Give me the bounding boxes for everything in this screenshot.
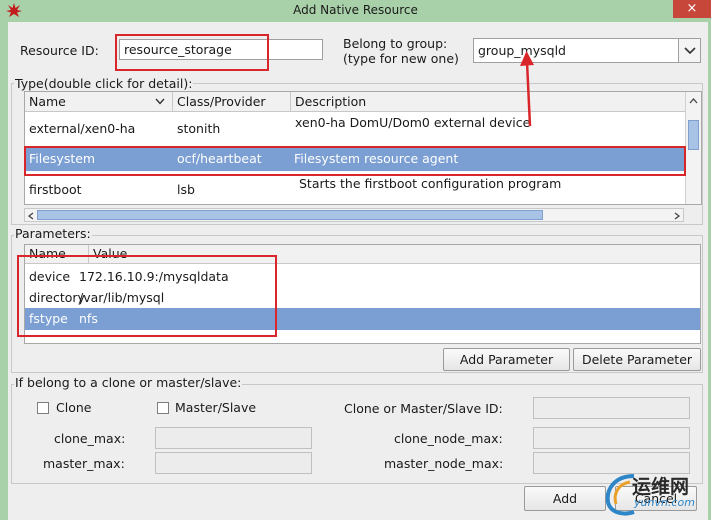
table-row[interactable]: external/xen0-ha stonith xen0-ha DomU/Do… bbox=[25, 113, 685, 145]
clone-node-max-label: clone_node_max: bbox=[394, 431, 503, 446]
clone-checkbox[interactable] bbox=[37, 402, 49, 414]
row-name: external/xen0-ha bbox=[29, 121, 136, 136]
combobox-dropdown-button[interactable] bbox=[678, 39, 700, 62]
table-row[interactable]: firstboot lsb Starts the firstboot confi… bbox=[25, 174, 685, 204]
annotation-box-resource-id bbox=[115, 34, 269, 71]
row-provider: stonith bbox=[177, 121, 221, 136]
dialog-body: Resource ID: resource_storage Belong to … bbox=[8, 22, 708, 520]
master-slave-checkbox-label: Master/Slave bbox=[175, 400, 257, 415]
clone-node-max-input[interactable] bbox=[533, 427, 690, 449]
horizontal-scrollbar[interactable] bbox=[24, 208, 684, 222]
row-description: xen0-ha DomU/Dom0 external device bbox=[295, 115, 531, 130]
row-name: firstboot bbox=[29, 182, 82, 197]
master-node-max-label: master_node_max: bbox=[384, 456, 504, 471]
resource-type-table-header: Name Class/Provider Description bbox=[25, 92, 701, 112]
row-description: Starts the firstboot configuration progr… bbox=[299, 176, 562, 191]
close-icon: × bbox=[686, 1, 698, 16]
watermark-chinese-text: 运维网 bbox=[632, 476, 690, 498]
add-button[interactable]: Add bbox=[524, 486, 606, 511]
app-icon bbox=[6, 3, 22, 17]
clone-id-input[interactable] bbox=[533, 397, 690, 419]
group-hint-label: (type for new one) bbox=[343, 51, 459, 66]
clone-checkbox-label: Clone bbox=[56, 400, 92, 415]
row-provider: lsb bbox=[177, 182, 195, 197]
vertical-scrollbar[interactable] bbox=[685, 92, 701, 204]
scroll-thumb[interactable] bbox=[37, 210, 543, 220]
clone-section-title: If belong to a clone or master/slave: bbox=[14, 375, 243, 390]
window-title: Add Native Resource bbox=[293, 3, 418, 17]
sort-chevron-icon bbox=[155, 98, 165, 105]
watermark-site-text: yunvn.com bbox=[634, 496, 695, 509]
add-parameter-button[interactable]: Add Parameter bbox=[443, 348, 570, 371]
scroll-up-icon bbox=[689, 98, 698, 104]
master-slave-checkbox[interactable] bbox=[157, 402, 169, 414]
resource-id-label: Resource ID: bbox=[20, 43, 99, 58]
row-spacer bbox=[25, 204, 173, 205]
clone-max-label: clone_max: bbox=[54, 431, 126, 446]
type-section-title: Type(double click for detail): bbox=[14, 76, 194, 91]
chevron-down-icon bbox=[684, 47, 696, 55]
scroll-left-icon bbox=[28, 212, 34, 220]
parameters-section-title: Parameters: bbox=[14, 226, 92, 241]
scroll-right-icon bbox=[674, 212, 680, 220]
annotation-box-parameters bbox=[17, 255, 277, 337]
delete-parameter-button[interactable]: Delete Parameter bbox=[573, 348, 701, 371]
scroll-thumb[interactable] bbox=[688, 120, 699, 150]
master-max-label: master_max: bbox=[43, 456, 125, 471]
clone-id-label: Clone or Master/Slave ID: bbox=[344, 401, 503, 416]
master-max-input[interactable] bbox=[155, 452, 312, 474]
close-button[interactable]: × bbox=[673, 0, 711, 18]
column-header-description[interactable]: Description bbox=[291, 92, 701, 112]
column-header-name[interactable]: Name bbox=[25, 92, 173, 112]
annotation-box-selected-type bbox=[24, 146, 686, 176]
clone-max-input[interactable] bbox=[155, 427, 312, 449]
group-combobox[interactable]: group_mysqld bbox=[473, 38, 701, 63]
group-label: Belong to group: bbox=[343, 36, 448, 51]
column-header-class-provider[interactable]: Class/Provider bbox=[173, 92, 291, 112]
annotation-arrow bbox=[520, 51, 534, 127]
watermark-logo: 运维网 yunvn.com bbox=[604, 470, 708, 520]
title-bar: Add Native Resource × bbox=[0, 0, 711, 22]
